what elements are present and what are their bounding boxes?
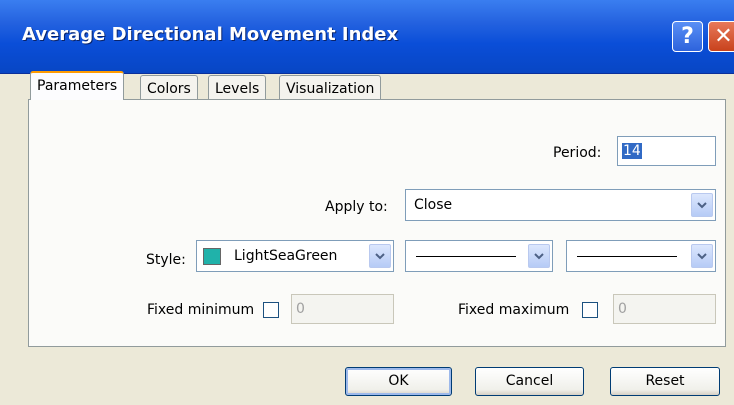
chevron-down-icon[interactable] bbox=[369, 244, 391, 268]
period-label: Period: bbox=[553, 145, 602, 161]
fixed-minimum-checkbox[interactable] bbox=[263, 302, 279, 318]
line-style-preview bbox=[416, 256, 516, 257]
fixed-minimum-input[interactable]: 0 bbox=[291, 294, 394, 324]
style-line-select[interactable] bbox=[405, 240, 553, 272]
apply-to-value: Close bbox=[414, 197, 453, 213]
close-icon: ✕ bbox=[714, 24, 733, 49]
fixed-maximum-label: Fixed maximum bbox=[458, 302, 570, 318]
apply-to-select[interactable]: Close bbox=[405, 189, 716, 221]
apply-to-label: Apply to: bbox=[325, 199, 388, 215]
cancel-button[interactable]: Cancel bbox=[475, 367, 584, 396]
fixed-maximum-input[interactable]: 0 bbox=[613, 294, 716, 324]
close-button[interactable]: ✕ bbox=[708, 21, 734, 52]
ok-button[interactable]: OK bbox=[345, 367, 452, 396]
window-title: Average Directional Movement Index bbox=[22, 24, 399, 45]
chevron-down-icon[interactable] bbox=[691, 193, 713, 217]
fixed-maximum-checkbox[interactable] bbox=[582, 302, 598, 318]
chevron-down-icon[interactable] bbox=[691, 244, 713, 268]
style-color-value: LightSeaGreen bbox=[234, 248, 338, 264]
title-bar: Average Directional Movement Index ? ✕ bbox=[0, 0, 734, 74]
style-width-select[interactable] bbox=[566, 240, 716, 272]
period-value: 14 bbox=[622, 143, 642, 159]
chevron-down-icon[interactable] bbox=[528, 244, 550, 268]
style-label: Style: bbox=[146, 252, 186, 268]
color-swatch bbox=[203, 248, 221, 265]
line-width-preview bbox=[577, 256, 677, 257]
fixed-minimum-label: Fixed minimum bbox=[147, 302, 255, 318]
style-color-select[interactable]: LightSeaGreen bbox=[196, 240, 394, 272]
tab-parameters[interactable]: Parameters bbox=[30, 71, 125, 100]
help-icon: ? bbox=[681, 24, 694, 49]
help-button[interactable]: ? bbox=[672, 21, 703, 52]
reset-button[interactable]: Reset bbox=[610, 367, 720, 396]
period-input[interactable]: 14 bbox=[617, 136, 716, 166]
